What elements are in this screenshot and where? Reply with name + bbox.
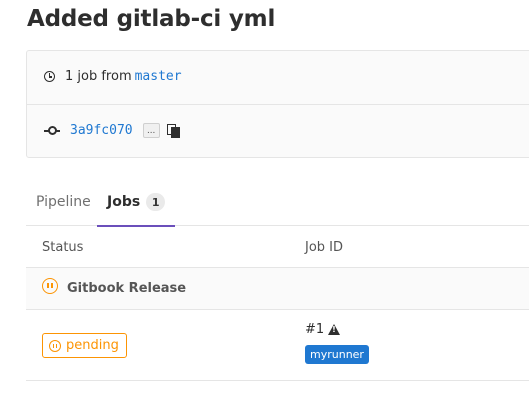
stage-name: Gitbook Release: [67, 281, 187, 296]
jobs-table-header: Status Job ID: [26, 226, 529, 268]
warning-icon: [328, 324, 341, 335]
tab-label: Jobs: [107, 194, 141, 210]
branch-link[interactable]: master: [135, 69, 182, 84]
status-badge[interactable]: pending: [42, 333, 127, 358]
page-title: Added gitlab-ci yml: [27, 6, 276, 32]
divider: [27, 104, 529, 105]
table-row: pending #1 myrunner: [26, 310, 529, 381]
tab-jobs[interactable]: Jobs 1: [97, 178, 176, 227]
tab-label: Pipeline: [36, 194, 91, 210]
commit-sha-link[interactable]: 3a9fc070: [70, 123, 133, 138]
job-id-link[interactable]: #1: [305, 322, 324, 337]
job-id: #1: [305, 322, 341, 337]
jobs-summary-row: 1 job from master: [44, 69, 182, 84]
jobs-summary-text: 1 job from: [65, 69, 132, 84]
commit-row: 3a9fc070 ...: [44, 123, 180, 138]
copy-icon[interactable]: [166, 123, 180, 138]
status-column-header: Status: [42, 240, 84, 255]
stage-row: Gitbook Release: [26, 268, 529, 310]
pending-icon: [49, 339, 61, 352]
clock-icon: [44, 71, 55, 82]
pipeline-tabs: Pipeline Jobs 1: [26, 178, 529, 227]
expand-commit-message-button[interactable]: ...: [142, 123, 160, 138]
pipeline-info-box: 1 job from master 3a9fc070 ...: [26, 50, 529, 158]
pending-icon: [42, 278, 58, 294]
commit-icon: [44, 125, 60, 136]
jobs-count-badge: 1: [146, 193, 166, 211]
status-label: pending: [66, 338, 119, 353]
runner-tag: myrunner: [305, 345, 369, 364]
tab-pipeline[interactable]: Pipeline: [36, 178, 91, 226]
job-id-column-header: Job ID: [305, 240, 344, 255]
